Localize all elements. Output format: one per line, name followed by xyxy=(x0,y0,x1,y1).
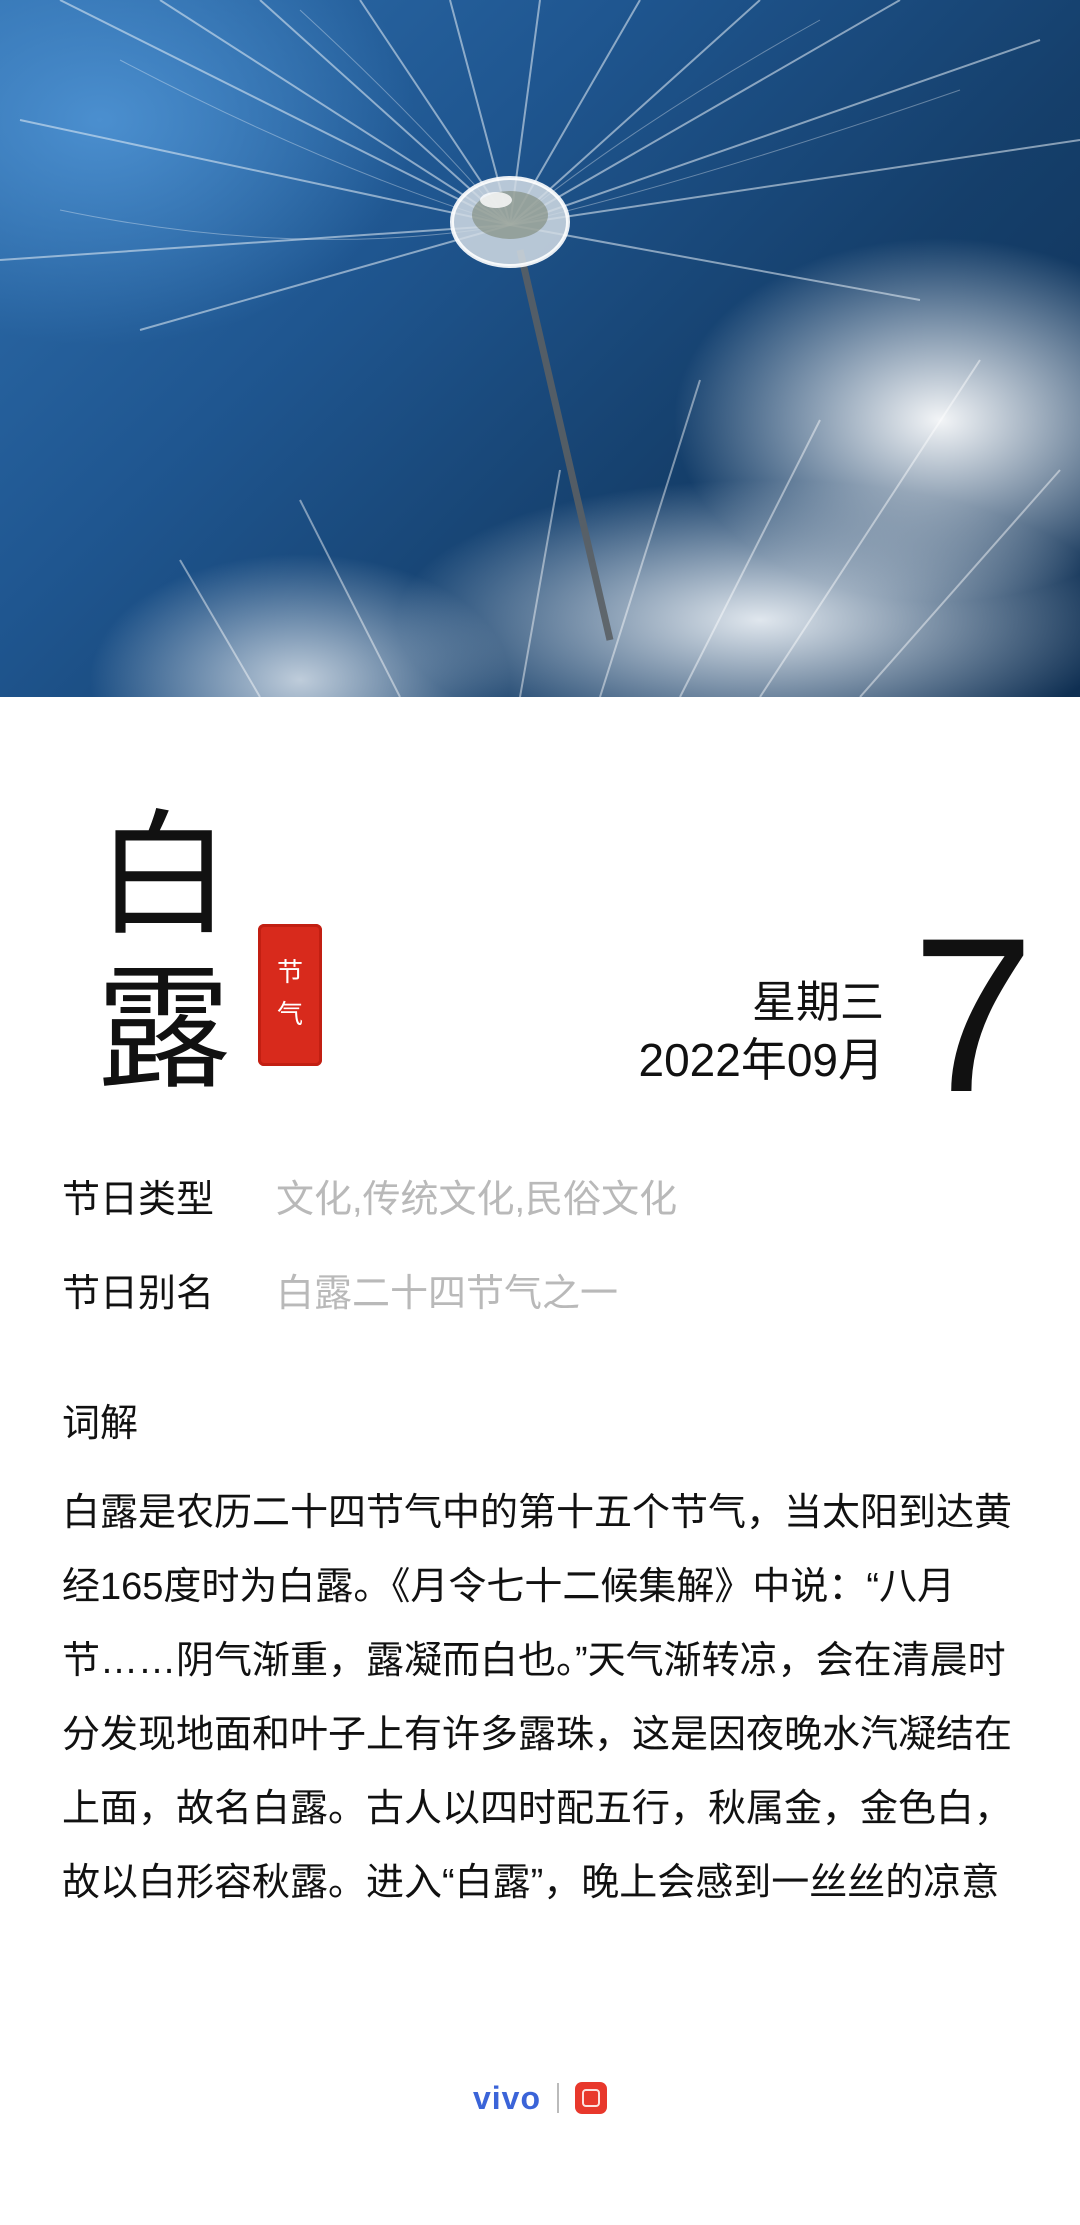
solar-term-seal-stamp: 节 气 xyxy=(258,924,322,1066)
footer-branding: vivo xyxy=(0,2073,1080,2123)
year-month-label: 2022年09月 xyxy=(638,1034,885,1086)
weekday-label: 星期三 xyxy=(752,978,884,1027)
word-explanation-heading: 词解 xyxy=(62,1403,139,1445)
seal-char-2: 气 xyxy=(276,1000,303,1030)
seal-char-1: 节 xyxy=(276,958,303,989)
day-number: 7 xyxy=(912,892,1035,1138)
term-title-char-1: 白 xyxy=(96,797,231,954)
dandelion-illustration xyxy=(0,0,1080,697)
festival-alias-label: 节日别名 xyxy=(62,1273,215,1315)
description-text: 白露是农历二十四节气中的第十五个节气，当太阳到达黄经165度时为白露。《月令七十… xyxy=(62,1492,1013,1904)
vivo-logo: vivo xyxy=(472,2079,542,2116)
hero-photo xyxy=(0,0,1080,697)
festival-type-value: 文化,传统文化,民俗文化 xyxy=(276,1179,678,1221)
term-title-char-2: 露 xyxy=(96,951,231,1108)
festival-type-label: 节日类型 xyxy=(62,1179,215,1221)
footer-divider xyxy=(557,2083,560,2113)
festival-alias-value: 白露二十四节气之一 xyxy=(276,1273,619,1315)
calendar-app-icon xyxy=(575,2082,608,2114)
